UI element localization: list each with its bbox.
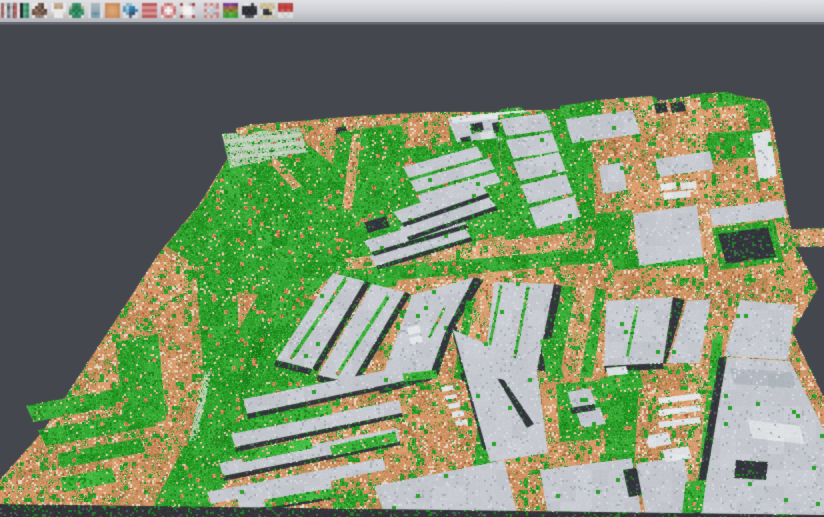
point-cloud-scene[interactable] <box>0 22 824 517</box>
icon-cell <box>272 15 275 18</box>
icon-cell <box>235 15 238 18</box>
camera-icon[interactable] <box>260 3 275 18</box>
classification-icon[interactable] <box>223 3 238 18</box>
icon-cell <box>117 15 120 18</box>
icon-cell <box>81 15 84 18</box>
report-icon[interactable] <box>278 3 293 18</box>
vegetation-icon[interactable] <box>69 3 84 18</box>
icon-cell <box>26 15 29 18</box>
icon-cell <box>290 15 293 18</box>
layers-icon[interactable] <box>142 3 157 18</box>
icon-cell <box>254 15 257 18</box>
mesh-icon[interactable] <box>51 3 66 18</box>
icon-cell <box>44 15 47 18</box>
orthophoto-icon[interactable] <box>105 3 120 18</box>
sample-icon[interactable] <box>88 3 103 18</box>
toolbar <box>0 0 824 22</box>
viewport-3d[interactable] <box>0 22 824 517</box>
icon-cell <box>216 15 219 18</box>
icon-cell <box>173 15 176 18</box>
region-circle-icon[interactable] <box>161 3 176 18</box>
terrain-icon[interactable] <box>32 3 47 18</box>
tiles-icon[interactable] <box>123 3 138 18</box>
icon-cell <box>63 15 66 18</box>
clip-box-icon[interactable] <box>204 3 219 18</box>
icon-cell <box>154 15 157 18</box>
application-window <box>0 0 824 517</box>
region-box-icon[interactable] <box>180 3 195 18</box>
icon-cell <box>135 15 138 18</box>
icon-cell <box>100 15 103 18</box>
render-icon[interactable] <box>242 3 257 18</box>
registration-icon[interactable] <box>14 3 29 18</box>
icon-cell <box>192 15 195 18</box>
